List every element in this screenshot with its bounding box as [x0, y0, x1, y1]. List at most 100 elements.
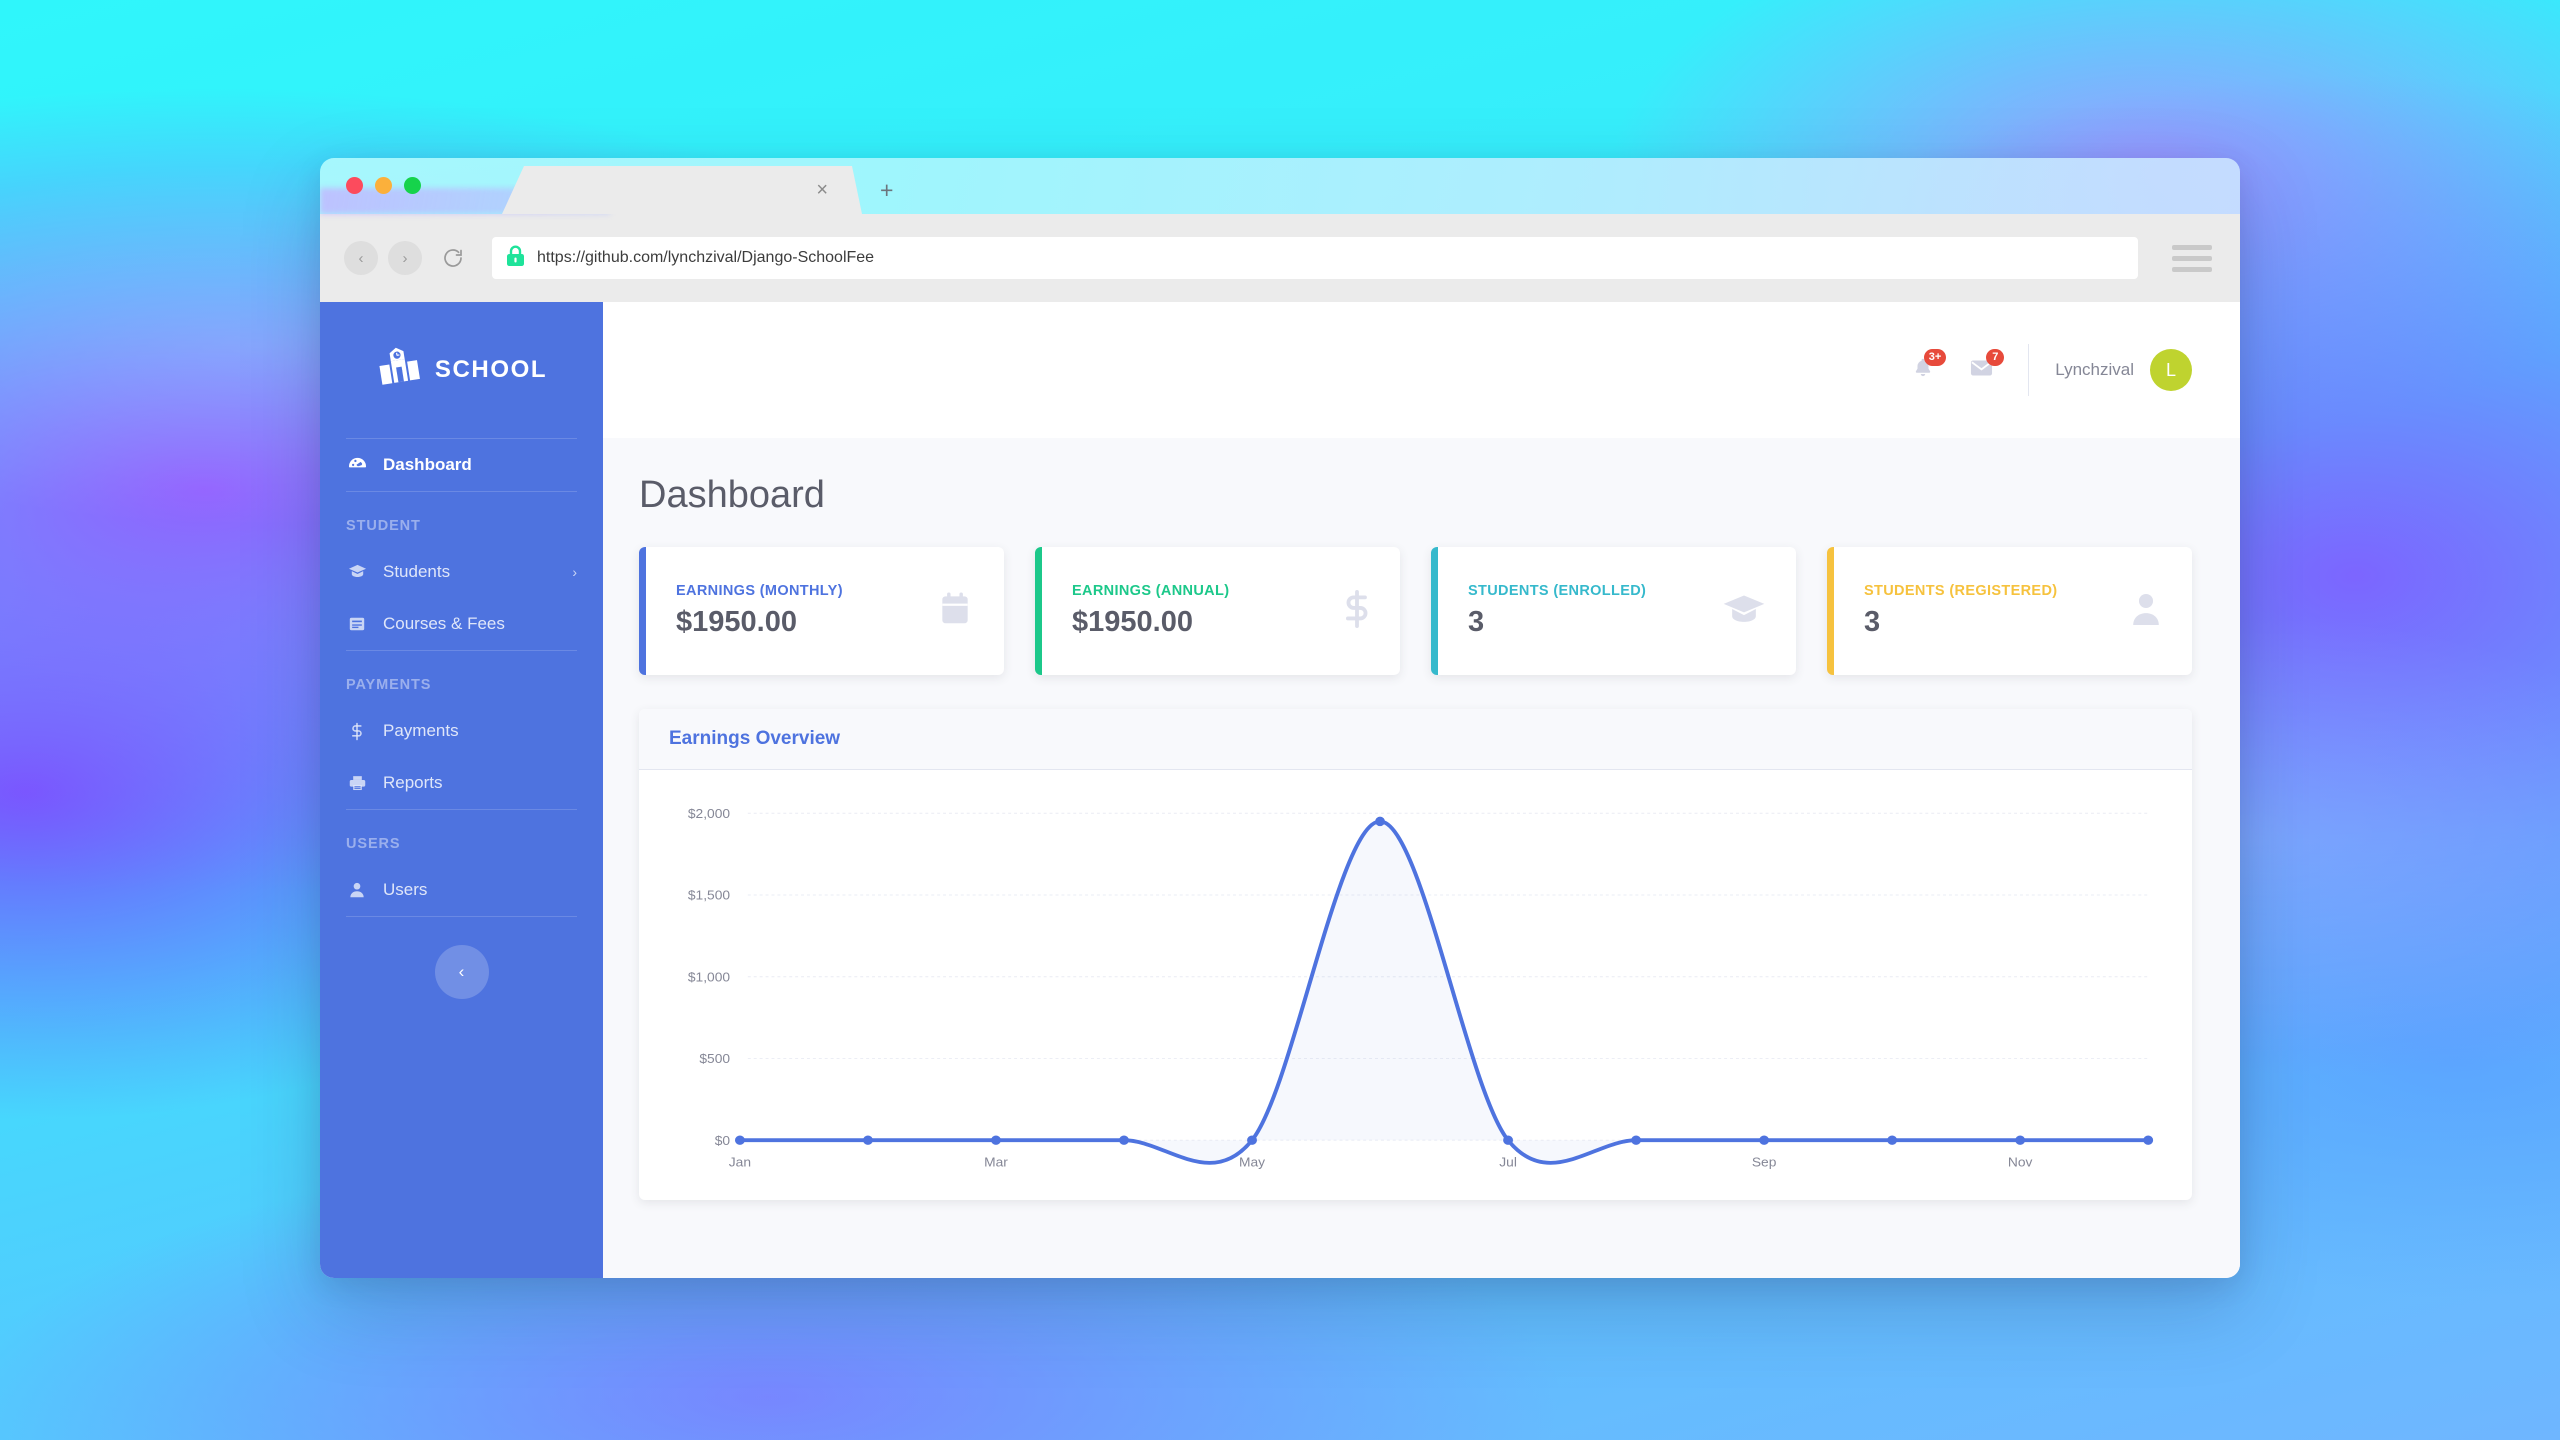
- stat-card-students-registered[interactable]: Students (Registered) 3: [1827, 547, 2192, 675]
- sidebar-heading-users: USERS: [346, 836, 401, 852]
- browser-tab-strip: × +: [320, 158, 2240, 214]
- chart-data-point[interactable]: [1503, 1135, 1514, 1145]
- courses-icon: [346, 615, 368, 633]
- sidebar-item-dashboard[interactable]: Dashboard: [320, 439, 603, 491]
- chart-card-header: Earnings Overview: [639, 709, 2192, 770]
- sidebar-heading-payments: PAYMENTS: [346, 677, 432, 693]
- calendar-icon: [936, 590, 974, 633]
- messages-button[interactable]: 7: [1952, 347, 2010, 393]
- messages-badge: 7: [1986, 349, 2005, 366]
- sidebar-item-label: Courses & Fees: [383, 614, 505, 633]
- user-icon: [346, 881, 368, 899]
- sidebar-item-label: Users: [383, 880, 428, 899]
- chart-data-point[interactable]: [863, 1135, 873, 1145]
- minimize-window-button[interactable]: [375, 177, 392, 194]
- close-tab-icon[interactable]: ×: [816, 180, 828, 200]
- user-solid-icon: [2130, 591, 2162, 632]
- dollar-icon: [346, 722, 368, 741]
- chart-x-tick-label: Jan: [729, 1155, 751, 1170]
- stat-card-label: Students (Registered): [1864, 583, 2058, 599]
- chart-data-point[interactable]: [991, 1135, 1001, 1145]
- browser-toolbar: ‹ › https://github.com/lynchzival/Django…: [320, 214, 2240, 302]
- chart-data-point[interactable]: [1119, 1135, 1129, 1145]
- stat-card-earnings-annual[interactable]: Earnings (Annual) $1950.00: [1035, 547, 1400, 675]
- chart-x-tick-label: Nov: [2008, 1155, 2033, 1170]
- earnings-overview-card: Earnings Overview $0 $500 $1,000 $1,500 $2,0…: [639, 709, 2192, 1200]
- chart-y-tick-label: $2,000: [688, 806, 730, 821]
- stat-card-value: 3: [1864, 606, 1881, 638]
- stat-card-label: Earnings (Annual): [1072, 583, 1230, 599]
- username-label: Lynchzival: [2055, 360, 2134, 379]
- chart-y-tick-label: $1,500: [688, 888, 730, 903]
- chart-data-point[interactable]: [1759, 1135, 1770, 1145]
- chart-data-point[interactable]: [1247, 1135, 1257, 1145]
- chart-title: Earnings Overview: [669, 728, 841, 749]
- sidebar-item-label: Dashboard: [383, 455, 472, 474]
- reload-icon[interactable]: [436, 241, 470, 275]
- back-button[interactable]: ‹: [344, 241, 378, 275]
- new-tab-icon[interactable]: +: [880, 179, 893, 202]
- forward-button[interactable]: ›: [388, 241, 422, 275]
- main-content: Dashboard Earnings (Monthly) $1950.00: [603, 438, 2240, 1278]
- browser-tab[interactable]: ×: [502, 166, 862, 214]
- chart-data-point[interactable]: [1887, 1135, 1898, 1145]
- sidebar-heading-student: STUDENT: [346, 518, 421, 534]
- sidebar-item-label: Reports: [383, 773, 443, 792]
- stat-card-label: Students (Enrolled): [1468, 583, 1647, 599]
- chart-data-point[interactable]: [734, 1135, 745, 1145]
- graduation-cap-icon: [1722, 592, 1766, 631]
- chart-area-fill: [739, 821, 2149, 1163]
- window-controls: [346, 177, 421, 194]
- sidebar-item-students[interactable]: Students ›: [320, 546, 603, 598]
- dashboard-icon: [346, 456, 368, 475]
- stat-card-text: Students (Enrolled) 3: [1468, 583, 1646, 639]
- hamburger-line: [2172, 244, 2212, 250]
- chart-data-point[interactable]: [2015, 1135, 2026, 1145]
- chart-data-point[interactable]: [1375, 816, 1385, 827]
- alerts-button[interactable]: 3+: [1894, 347, 1952, 393]
- address-bar[interactable]: https://github.com/lynchzival/Django-Sch…: [492, 237, 2138, 279]
- dollar-sign-icon: [1344, 589, 1370, 634]
- chart-x-tick-label: Jul: [1499, 1155, 1517, 1170]
- page-viewport: SCHOOL Dashboard STUDENT Students › Cour…: [320, 302, 2240, 1278]
- topbar: 3+ 7 Lynchzival L: [603, 302, 2240, 438]
- lock-icon: [506, 245, 525, 272]
- browser-window: × + ‹ › https://github.com/lynchzival/Dj…: [320, 158, 2240, 1278]
- sidebar-item-courses-and-fees[interactable]: Courses & Fees: [320, 598, 603, 650]
- chart-data-point[interactable]: [1631, 1135, 1642, 1145]
- stat-card-value: 3: [1468, 606, 1485, 638]
- earnings-line-chart[interactable]: $0 $500 $1,000 $1,500 $2,000 Jan Mar May Jul Sep N…: [663, 800, 2162, 1178]
- sidebar-collapse-button[interactable]: ‹: [434, 945, 489, 999]
- sidebar-brand-text: SCHOOL: [434, 356, 548, 383]
- chart-y-tick-label: $0: [715, 1133, 730, 1148]
- stat-card-value: $1950.00: [676, 606, 797, 638]
- topbar-divider: [2028, 344, 2030, 396]
- stat-card-value: $1950.00: [1072, 606, 1193, 638]
- stat-card-text: Earnings (Annual) $1950.00: [1072, 583, 1229, 639]
- hamburger-line: [2172, 266, 2212, 272]
- sidebar: SCHOOL Dashboard STUDENT Students › Cour…: [320, 302, 603, 1278]
- hamburger-line: [2172, 255, 2212, 261]
- sidebar-item-label: Students: [383, 562, 451, 581]
- stat-card-earnings-monthly[interactable]: Earnings (Monthly) $1950.00: [639, 547, 1004, 675]
- chart-data-point[interactable]: [2143, 1135, 2154, 1145]
- sidebar-item-reports[interactable]: Reports: [320, 757, 603, 809]
- stat-card-label: Earnings (Monthly): [676, 583, 843, 599]
- page-title: Dashboard: [639, 474, 825, 516]
- address-bar-text: https://github.com/lynchzival/Django-Sch…: [537, 249, 875, 266]
- stat-card-students-enrolled[interactable]: Students (Enrolled) 3: [1431, 547, 1796, 675]
- sidebar-item-payments[interactable]: Payments: [320, 705, 603, 757]
- printer-icon: [346, 774, 368, 792]
- chart-x-tick-label: Sep: [1752, 1155, 1777, 1170]
- chart-plot-area[interactable]: $0 $500 $1,000 $1,500 $2,000 Jan Mar May Jul Sep N…: [639, 770, 2192, 1200]
- avatar[interactable]: L: [2150, 349, 2192, 391]
- close-window-button[interactable]: [346, 177, 363, 194]
- sidebar-item-users[interactable]: Users: [320, 864, 603, 916]
- browser-menu-icon[interactable]: [2172, 244, 2212, 272]
- stat-card-text: Students (Registered) 3: [1864, 583, 2057, 639]
- sidebar-brand[interactable]: SCHOOL: [320, 302, 603, 438]
- maximize-window-button[interactable]: [404, 177, 421, 194]
- alerts-badge: 3+: [1923, 349, 1947, 366]
- stat-card-text: Earnings (Monthly) $1950.00: [676, 583, 843, 639]
- chart-x-tick-label: May: [1239, 1155, 1265, 1170]
